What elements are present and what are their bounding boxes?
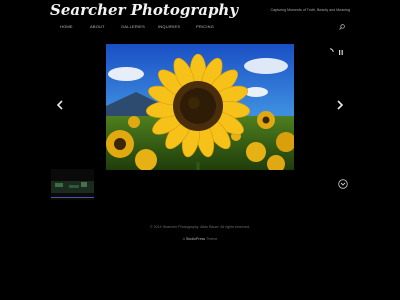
credit-suffix: Theme bbox=[206, 237, 218, 241]
nav-item-galleries[interactable]: GALLERIES bbox=[121, 24, 145, 29]
thumbnail-image[interactable] bbox=[51, 169, 94, 200]
pause-icon[interactable] bbox=[338, 49, 344, 57]
image-slider bbox=[50, 42, 350, 170]
nav-item-home[interactable]: HOME bbox=[60, 24, 73, 29]
thumbnail-photo bbox=[51, 169, 94, 200]
site-title[interactable]: Searcher Photography bbox=[50, 1, 238, 19]
chevron-left-icon[interactable] bbox=[56, 100, 64, 110]
slide-image[interactable] bbox=[106, 44, 294, 170]
credit-prefix: A bbox=[182, 237, 185, 241]
nav-item-pricing[interactable]: PRICING bbox=[196, 24, 214, 29]
nav-item-inquiries[interactable]: INQUIRIES bbox=[158, 24, 180, 29]
studiopress-link[interactable]: StudioPress bbox=[186, 237, 205, 241]
site-tagline: Capturing Moments of Truth, Beauty and M… bbox=[270, 8, 350, 12]
search-icon[interactable] bbox=[339, 24, 345, 30]
loading-spinner-icon bbox=[329, 48, 334, 53]
chevron-right-icon[interactable] bbox=[336, 100, 344, 110]
nav-item-about[interactable]: ABOUT bbox=[90, 24, 105, 29]
footer-copyright: © 2014 Searcher Photography. Allan Bauer… bbox=[149, 225, 251, 229]
slider-controls bbox=[326, 48, 344, 56]
main-nav: HOME ABOUT GALLERIES INQUIRIES PRICING bbox=[50, 24, 350, 32]
chevron-down-circle-icon[interactable] bbox=[338, 179, 348, 189]
footer-credit: A StudioPress Theme bbox=[0, 237, 400, 241]
site-header: Searcher Photography Capturing Moments o… bbox=[0, 0, 400, 38]
sunflower-photo bbox=[106, 44, 294, 170]
